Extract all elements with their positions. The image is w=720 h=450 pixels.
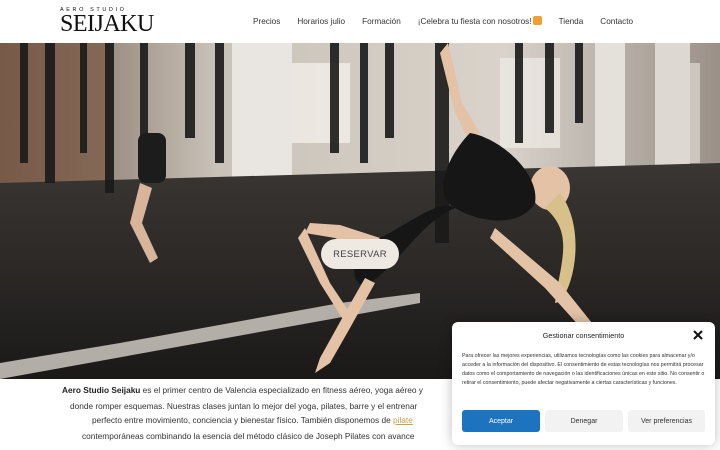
nav-item-contacto[interactable]: Contacto — [600, 16, 633, 28]
preferences-button[interactable]: Ver preferencias — [628, 410, 705, 432]
pilates-link[interactable]: pilate — [393, 415, 413, 425]
nav-item-precios[interactable]: Precios — [253, 16, 280, 28]
intro-line-1-text: es el primer centro de Valencia especial… — [140, 385, 423, 395]
cookie-description: Para ofrecer las mejores experiencias, u… — [462, 353, 705, 386]
intro-line-3-text: perfecto entre movimiento, conciencia y … — [92, 415, 393, 425]
site-logo[interactable]: AERO STUDIO SEIJAKU — [60, 7, 160, 37]
deny-button[interactable]: Denegar — [545, 410, 623, 432]
nav-item-tienda[interactable]: Tienda — [559, 16, 584, 28]
cookie-consent-dialog: Gestionar consentimiento Para ofrecer la… — [452, 322, 715, 445]
intro-line-4: contemporáneas combinando la esencia del… — [82, 431, 415, 441]
intro-line-2: donde romper esquemas. Nuestras clases j… — [70, 401, 418, 411]
nav-item-formacion[interactable]: Formación — [362, 16, 401, 28]
site-header: AERO STUDIO SEIJAKU Precios Horarios jul… — [0, 0, 720, 43]
party-emoji-icon — [532, 16, 542, 25]
cookie-title: Gestionar consentimiento — [542, 331, 625, 340]
accept-button[interactable]: Aceptar — [462, 410, 540, 432]
logo-wordmark: SEIJAKU — [60, 11, 154, 37]
main-nav: Precios Horarios julio Formación ¡Celebr… — [253, 16, 650, 28]
intro-line-1: Aero Studio Seijaku es el primer centro … — [62, 384, 423, 396]
nav-item-fiesta-label: ¡Celebra tu fiesta con nosotros! — [417, 17, 532, 26]
nav-item-fiesta[interactable]: ¡Celebra tu fiesta con nosotros! — [418, 16, 542, 28]
close-icon[interactable] — [692, 329, 704, 341]
intro-line-3: perfecto entre movimiento, conciencia y … — [92, 414, 413, 426]
reserve-button[interactable]: RESERVAR — [321, 239, 399, 269]
intro-brand-name: Aero Studio Seijaku — [62, 385, 141, 395]
nav-item-horarios[interactable]: Horarios julio — [297, 16, 345, 28]
